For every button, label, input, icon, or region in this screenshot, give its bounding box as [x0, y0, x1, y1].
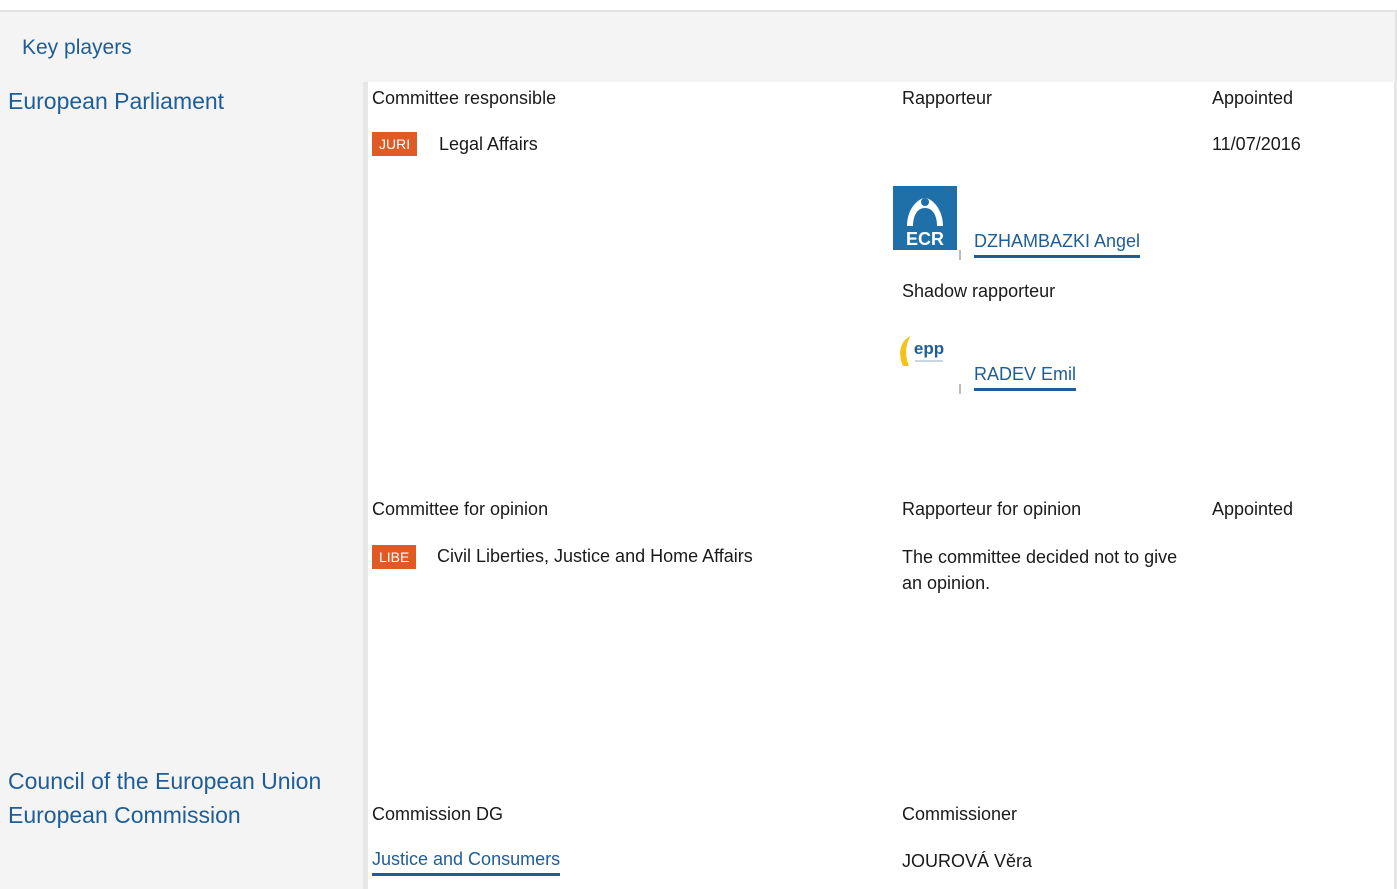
col-rapporteur: Rapporteur: [902, 88, 993, 108]
key-players-panel: Key players European Parliament Council …: [0, 0, 1397, 889]
appointed-date: 11/07/2016: [1212, 134, 1301, 154]
logo-divider: [959, 250, 961, 260]
col-appointed: Appointed: [1212, 88, 1294, 108]
section-header: Key players: [0, 10, 1397, 82]
col-commissioner: Commissioner: [902, 804, 1018, 824]
institution-council: Council of the European Union: [8, 768, 322, 794]
epp-group-logo: epp: [893, 322, 957, 386]
ecr-group-logo: ECR: [893, 186, 957, 250]
col-committee-responsible: Committee responsible: [372, 88, 557, 108]
shadow-rapporteur-link[interactable]: RADEV Emil: [974, 364, 1077, 391]
svg-text:ECR: ECR: [906, 229, 944, 249]
col-appointed-opinion: Appointed: [1212, 499, 1294, 519]
opinion-note: The committee decided not to give an opi…: [902, 547, 1178, 593]
commission-dg-link[interactable]: Justice and Consumers: [372, 849, 561, 876]
institution-commission: European Commission: [8, 802, 241, 828]
logo-divider: [959, 384, 961, 394]
col-rapporteur-opinion: Rapporteur for opinion: [902, 499, 1082, 519]
col-committee-opinion: Committee for opinion: [372, 499, 549, 519]
col-commission-dg: Commission DG: [372, 804, 504, 824]
institution-european-parliament: European Parliament: [8, 88, 225, 114]
svg-text:epp: epp: [914, 339, 944, 358]
institution-column: European Parliament Council of the Europ…: [0, 82, 368, 889]
committee-name-legal-affairs: Legal Affairs: [439, 134, 538, 154]
commissioner-name: JOUROVÁ Věra: [902, 851, 1033, 871]
rapporteur-link[interactable]: DZHAMBAZKI Angel: [974, 231, 1141, 258]
committee-badge-libe[interactable]: LIBE: [372, 545, 417, 569]
shadow-rapporteur-label: Shadow rapporteur: [902, 281, 1056, 301]
section-title: Key players: [22, 36, 132, 59]
committee-badge-juri[interactable]: JURI: [372, 132, 418, 156]
committee-name-libe: Civil Liberties, Justice and Home Affair…: [437, 546, 753, 566]
